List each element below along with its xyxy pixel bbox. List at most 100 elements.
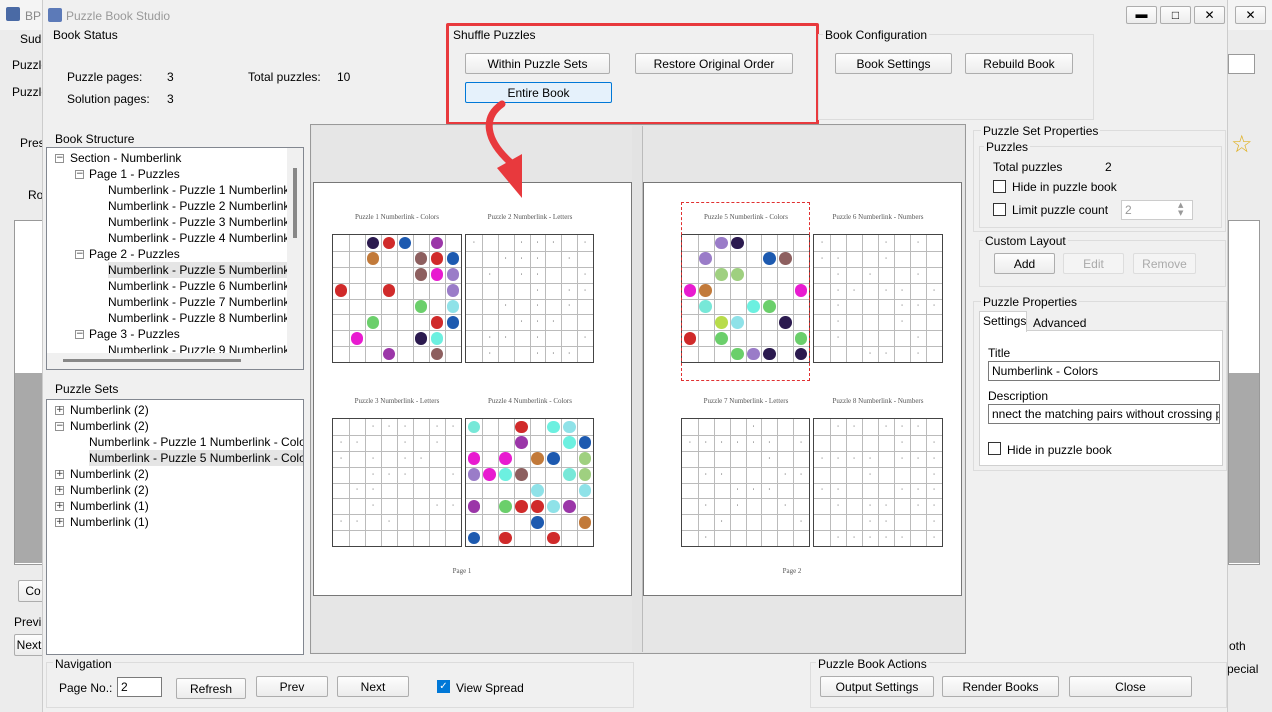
grid-line <box>466 298 593 300</box>
puzzle-dot <box>430 236 444 250</box>
layout-remove-button[interactable]: Remove <box>1133 253 1196 274</box>
expand-icon[interactable]: + <box>55 406 64 415</box>
puzzle-dot <box>515 436 528 450</box>
puzzle-3-grid: · · · · · · · · · · · · · · · · · · · · · · · · · <box>332 418 462 547</box>
close-button[interactable]: Close <box>1069 676 1192 697</box>
close-window-button[interactable]: ✕ <box>1194 6 1225 24</box>
puzzle-mark: · <box>820 238 824 246</box>
set-node-3[interactable]: Numberlink (2) <box>70 466 149 482</box>
collapse-icon[interactable]: − <box>75 250 84 259</box>
tree-puzzle-6[interactable]: Numberlink - Puzzle 6 Numberlink - Nu <box>108 278 303 294</box>
render-books-button[interactable]: Render Books <box>942 676 1059 697</box>
expand-icon[interactable]: + <box>55 486 64 495</box>
puzzle-mark: · <box>435 502 439 510</box>
tree-page-3[interactable]: Page 3 - Puzzles <box>89 326 180 342</box>
puzzle-mark: · <box>419 454 423 462</box>
puzzle-mark: · <box>704 470 708 478</box>
minimize-button[interactable]: ▬ <box>1126 6 1157 24</box>
puzzle-mark: · <box>868 454 872 462</box>
scroll-thumb[interactable] <box>293 168 297 238</box>
title-field[interactable]: Numberlink - Colors <box>988 361 1220 381</box>
rebuild-book-button[interactable]: Rebuild Book <box>965 53 1073 74</box>
tab-advanced[interactable]: Advanced <box>1033 316 1086 330</box>
puzzle-dot <box>467 452 481 466</box>
tree-puzzle-5[interactable]: Numberlink - Puzzle 5 Numberlink - Co <box>108 262 303 278</box>
hide-set-checkbox[interactable] <box>993 180 1006 193</box>
puzzle-mark: · <box>900 318 904 326</box>
tree-puzzle-4[interactable]: Numberlink - Puzzle 4 Numberlink - Co <box>108 230 303 246</box>
puzzle-mark: · <box>836 534 840 542</box>
set-node-4[interactable]: Numberlink (2) <box>70 482 149 498</box>
puzzle-dot <box>578 468 592 481</box>
expand-icon[interactable]: + <box>55 502 64 511</box>
set-puzzle-5[interactable]: Numberlink - Puzzle 5 Numberlink - Color… <box>89 450 303 466</box>
puzzle-mark: · <box>355 486 359 494</box>
puzzle-mark: · <box>900 422 904 430</box>
tree-page-1[interactable]: Page 1 - Puzzles <box>89 166 180 182</box>
nav-title: Navigation <box>53 657 114 671</box>
hide-puzzle-checkbox[interactable] <box>988 442 1001 455</box>
collapse-icon[interactable]: − <box>75 170 84 179</box>
maximize-button[interactable]: □ <box>1160 6 1191 24</box>
book-structure-tree[interactable]: − Section - Numberlink − Page 1 - Puzzle… <box>46 147 304 370</box>
bg-pres: Pres <box>20 136 45 150</box>
parent-close-button[interactable]: ✕ <box>1235 6 1266 24</box>
output-settings-button[interactable]: Output Settings <box>820 676 934 697</box>
puzzle-mark: · <box>355 518 359 526</box>
tree-puzzle-2[interactable]: Numberlink - Puzzle 2 Numberlink - Le <box>108 198 303 214</box>
collapse-icon[interactable]: − <box>75 330 84 339</box>
set-puzzle-1[interactable]: Numberlink - Puzzle 1 Numberlink - Color… <box>89 434 303 450</box>
collapse-icon[interactable]: − <box>55 422 64 431</box>
puzzle-mark: · <box>688 438 692 446</box>
dialog-icon <box>48 8 62 22</box>
limit-count-checkbox[interactable] <box>993 203 1006 216</box>
puzzle-mark: · <box>519 318 524 326</box>
puzzle-mark: · <box>900 534 904 542</box>
puzzle-mark: · <box>884 350 888 358</box>
puzzle-mark: · <box>451 470 455 478</box>
refresh-button[interactable]: Refresh <box>176 678 246 699</box>
puzzle-dot <box>398 236 412 250</box>
puzzle-mark: · <box>884 286 888 294</box>
puzzle-dot <box>414 331 428 345</box>
puzzle-7-title: Puzzle 7 Numberlink - Letters <box>703 397 789 405</box>
tree-page-2[interactable]: Page 2 - Puzzles <box>89 246 180 262</box>
puzzle-mark: · <box>403 438 407 446</box>
collapse-icon[interactable]: − <box>55 154 64 163</box>
set-node-5[interactable]: Numberlink (1) <box>70 498 149 514</box>
tree-puzzle-8[interactable]: Numberlink - Puzzle 8 Numberlink - Nu <box>108 310 303 326</box>
prev-button[interactable]: Prev <box>256 676 328 697</box>
description-field[interactable]: nnect the matching pairs without crossin… <box>988 404 1220 424</box>
hide-set-label: Hide in puzzle book <box>1012 180 1117 194</box>
puzzle-mark: · <box>535 254 540 262</box>
tree-puzzle-3[interactable]: Numberlink - Puzzle 3 Numberlink - Le <box>108 214 303 230</box>
tree-section[interactable]: Section - Numberlink <box>70 150 181 166</box>
puzzle-5-selection <box>681 202 810 381</box>
next-button[interactable]: Next <box>337 676 409 697</box>
expand-icon[interactable]: + <box>55 470 64 479</box>
set-node-6[interactable]: Numberlink (1) <box>70 514 149 530</box>
grid-line <box>561 419 563 546</box>
tree-puzzle-7[interactable]: Numberlink - Puzzle 7 Numberlink - Le <box>108 294 303 310</box>
puzzle-mark: · <box>852 534 856 542</box>
puzzle-mark: · <box>900 454 904 462</box>
book-settings-button[interactable]: Book Settings <box>835 53 952 74</box>
grid-line <box>577 419 579 546</box>
config-group <box>818 34 1094 120</box>
layout-add-button[interactable]: Add <box>994 253 1055 274</box>
view-spread-checkbox[interactable]: ✓ <box>437 680 450 693</box>
hscroll-thumb[interactable] <box>63 359 241 362</box>
puzzle-mark: · <box>799 518 803 526</box>
puzzle-sets-tree[interactable]: + Numberlink (2) − Numberlink (2) Number… <box>46 399 304 655</box>
expand-icon[interactable]: + <box>55 518 64 527</box>
stepper-arrows-icon[interactable]: ▲ ▼ <box>1178 201 1183 217</box>
puzzle-mark: · <box>900 302 904 310</box>
layout-edit-button[interactable]: Edit <box>1063 253 1124 274</box>
set-node-1[interactable]: Numberlink (2) <box>70 402 149 418</box>
tree-puzzle-1[interactable]: Numberlink - Puzzle 1 Numberlink - Co <box>108 182 303 198</box>
puzzle-dot <box>430 347 444 361</box>
puzzle-mark: · <box>339 518 343 526</box>
page-no-input[interactable]: 2 <box>117 677 162 697</box>
total-puzzles-label: Total puzzles: <box>248 70 321 84</box>
set-node-2[interactable]: Numberlink (2) <box>70 418 149 434</box>
